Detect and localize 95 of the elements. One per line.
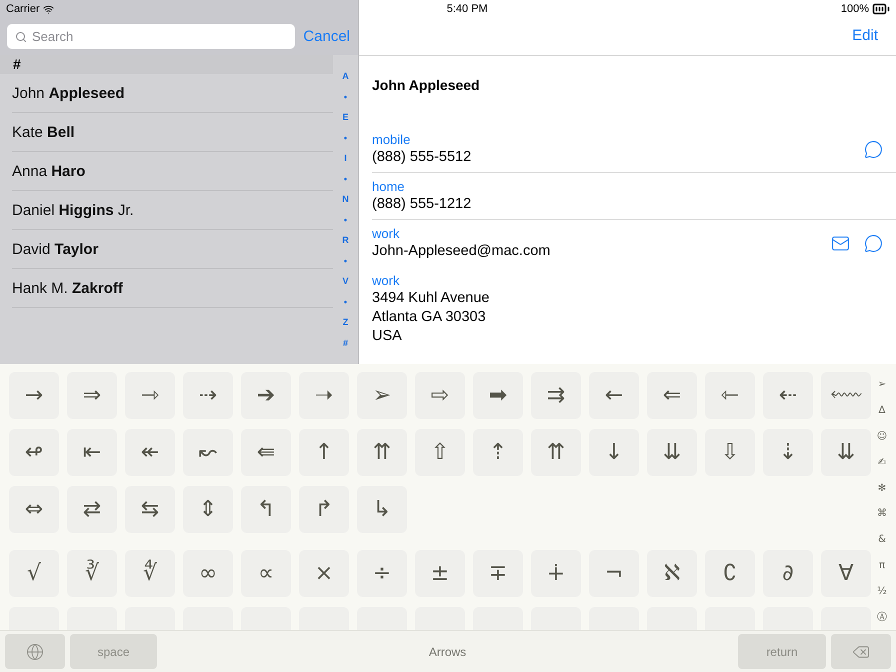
symbol-key[interactable]: ⇣ [763,429,813,476]
symbol-key[interactable]: ⇈ [357,429,407,476]
field-value: 3494 Kuhl Avenue [372,289,490,308]
symbol-key[interactable]: ⇤ [67,429,117,476]
field-value: Atlanta GA 30303 [372,308,487,327]
section-header: # [0,55,333,74]
symbol-key[interactable]: ⇊ [647,429,697,476]
globe-key[interactable] [5,634,65,669]
symbol-key[interactable]: ⇽ [705,372,755,419]
mail-icon[interactable] [831,234,850,253]
field-value: (888) 555-5512 [372,148,472,167]
symbol-key[interactable]: ⬳ [821,372,871,419]
symbol-key[interactable]: ∂ [763,550,813,597]
symbol-key[interactable]: ⇨ [415,372,465,419]
symbol-key[interactable]: ➝ [299,372,349,419]
symbol-key[interactable]: ⇈ [531,429,581,476]
message-icon[interactable] [864,234,883,253]
contact-row[interactable]: John Appleseed [12,74,333,113]
symbol-key[interactable]: ∞ [183,550,233,597]
symbol-key[interactable]: ∀ [821,550,871,597]
symbol-key[interactable]: ➡ [473,372,523,419]
contact-name: John Appleseed [371,76,481,95]
symbol-key[interactable]: ↞ [125,429,175,476]
wifi-icon [42,4,54,14]
category-button[interactable]: ➢ [878,372,886,398]
symbol-key[interactable]: ⇔ [9,486,59,533]
field-label: work [372,226,400,242]
symbol-key[interactable]: ➔ [241,372,291,419]
category-button[interactable]: ☺ [876,424,888,450]
symbol-key[interactable]: ∜ [125,550,175,597]
symbol-key[interactable]: ➢ [357,372,407,419]
symbol-key[interactable]: ÷ [357,550,407,597]
contact-row[interactable]: Hank M. Zakroff [12,269,333,308]
contact-row[interactable]: Kate Bell [12,113,333,152]
symbol-key[interactable]: ← [589,372,639,419]
symbol-key[interactable]: ↑ [299,429,349,476]
category-button[interactable]: ∆ [878,398,886,424]
symbol-key[interactable]: ⇆ [125,486,175,533]
symbol-key[interactable]: ∔ [531,550,581,597]
symbol-key[interactable]: ⇊ [821,429,871,476]
contact-row[interactable]: Anna Haro [12,152,333,191]
symbol-key[interactable]: ↰ [241,486,291,533]
globe-icon [26,642,44,660]
symbol-key[interactable]: ↱ [299,486,349,533]
field-label: mobile [372,132,412,148]
field-value: John-Appleseed@mac.com [372,242,552,261]
category-button[interactable]: Ⓐ [877,604,887,630]
battery-percent: 100% [840,3,869,15]
index-letter[interactable]: # [342,338,348,358]
symbol-key[interactable]: ↫ [9,429,59,476]
symbol-key[interactable]: ⇚ [241,429,291,476]
symbol-key[interactable]: ⇾ [125,372,175,419]
field-label: home [372,179,406,195]
symbol-key[interactable]: ∛ [67,550,117,597]
symbol-key[interactable]: ∁ [705,550,755,597]
carrier-label: Carrier [6,3,40,15]
symbol-key[interactable]: ⇡ [473,429,523,476]
message-icon[interactable] [864,140,883,159]
category-button[interactable]: ✻ [878,475,886,501]
symbol-key[interactable]: ± [415,550,465,597]
symbol-key[interactable]: ⇢ [183,372,233,419]
backspace-key[interactable] [831,634,891,669]
symbol-key[interactable]: √ [9,550,59,597]
search-field[interactable]: Search [7,24,296,49]
symbol-key[interactable]: ∝ [241,550,291,597]
symbol-key[interactable]: ℵ [647,550,697,597]
field-value: USA [372,327,403,346]
symbol-key[interactable]: ⇉ [531,372,581,419]
contact-row[interactable]: Daniel Higgins Jr. [12,191,333,230]
symbol-key[interactable]: ¬ [589,550,639,597]
category-button[interactable]: π [878,552,886,578]
symbol-key[interactable]: ↳ [357,486,407,533]
symbol-key[interactable]: → [9,372,59,419]
symbol-key[interactable]: ↓ [589,429,639,476]
symbol-key[interactable]: ∓ [473,550,523,597]
symbol-key[interactable]: ↜ [183,429,233,476]
symbol-key[interactable]: ⇕ [183,486,233,533]
category-button[interactable]: ⌘ [877,500,887,527]
layout-name: Arrows [428,644,468,658]
field-label: work [372,273,400,289]
search-icon [15,31,27,43]
category-button[interactable]: ½ [877,578,887,604]
symbol-key[interactable]: ⇧ [415,429,465,476]
clock: 5:40 PM [446,3,488,15]
category-button[interactable]: & [878,526,886,553]
symbol-key[interactable]: ⇐ [647,372,697,419]
contact-row[interactable]: David Taylor [12,230,333,269]
symbol-key[interactable]: ⇒ [67,372,117,419]
category-button[interactable]: ✍ [878,449,886,476]
symbol-key[interactable]: ⇄ [67,486,117,533]
symbol-key[interactable]: ⇠ [763,372,813,419]
edit-button[interactable]: Edit [852,27,878,44]
field-value: (888) 555-1212 [372,195,472,214]
symbol-key[interactable]: ⇩ [705,429,755,476]
symbol-key[interactable]: × [299,550,349,597]
